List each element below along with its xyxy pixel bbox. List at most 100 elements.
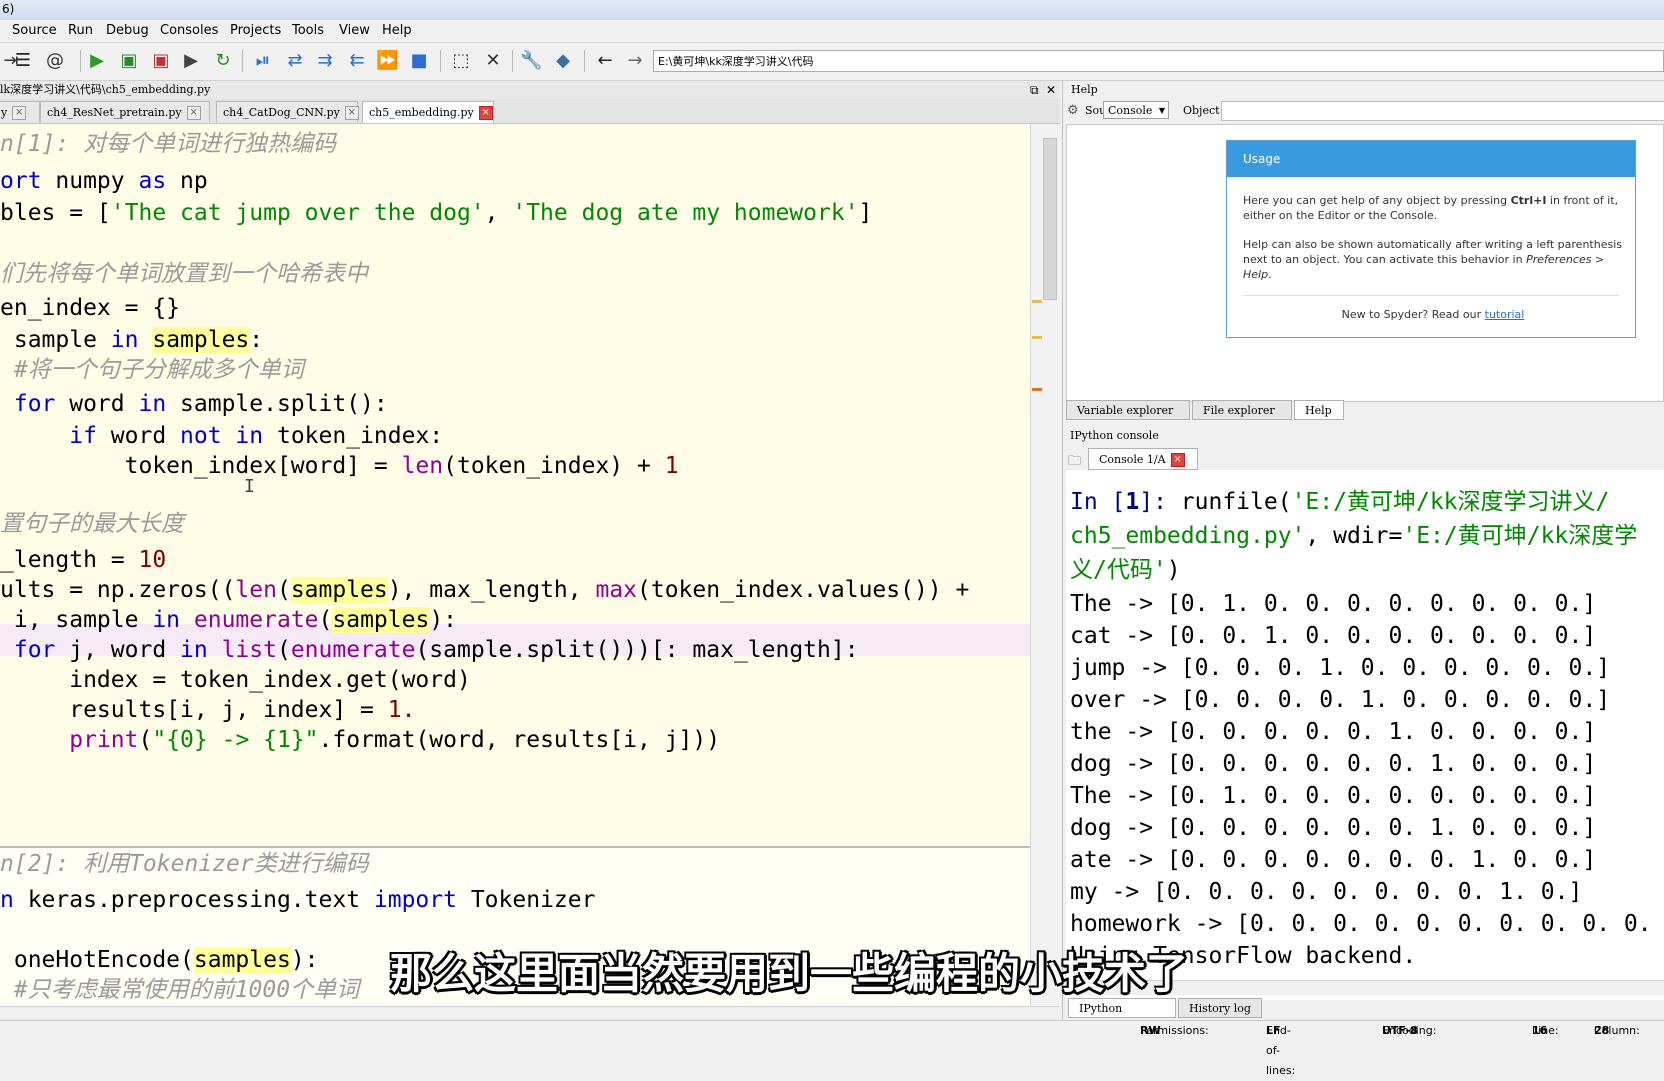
at-icon[interactable]: @ bbox=[44, 50, 66, 72]
tab-ch4-catdog[interactable]: ch4_CatDog_CNN.py × bbox=[216, 101, 359, 122]
debug-icon[interactable]: ⏯ bbox=[252, 50, 274, 72]
video-subtitle: 那么这里面当然要用到一些编程的小技术了 bbox=[390, 949, 1189, 998]
code-token: 1. bbox=[387, 697, 416, 723]
menu-consoles[interactable]: Consoles bbox=[160, 20, 218, 42]
continue-icon[interactable]: ⏩ bbox=[376, 50, 398, 72]
code-token: in bbox=[138, 391, 167, 417]
menu-projects[interactable]: Projects bbox=[230, 20, 281, 42]
toolbar-separator bbox=[440, 50, 441, 72]
toolbar-separator bbox=[584, 50, 585, 72]
console-output[interactable]: In [1]: runfile('E:/黄可坤/kk深度学习讲义/ ch5_em… bbox=[1066, 470, 1664, 1000]
close-icon[interactable]: × bbox=[186, 106, 201, 120]
chevron-down-icon: ▼ bbox=[1158, 106, 1165, 115]
console-token: ch5_embedding.py' bbox=[1070, 523, 1306, 549]
menu-debug[interactable]: Debug bbox=[106, 20, 149, 42]
maximize-pane-icon[interactable]: ⬚ bbox=[450, 50, 472, 72]
run-icon[interactable]: ▶ bbox=[86, 50, 108, 72]
close-icon[interactable]: × bbox=[344, 106, 359, 120]
forward-arrow-icon[interactable]: → bbox=[624, 50, 646, 72]
run-cell-advance-icon[interactable]: ▣ bbox=[150, 50, 172, 72]
console-token: ) bbox=[1166, 557, 1181, 583]
tab-label: Console 1/A bbox=[1099, 453, 1166, 466]
code-editor[interactable]: n[1]: 对每个单词进行独热编码 ort numpy as np bles =… bbox=[0, 124, 1030, 856]
tab-file-explorer[interactable]: File explorer bbox=[1192, 400, 1292, 420]
editor-horizontal-scrollbar[interactable] bbox=[0, 1006, 1060, 1021]
menu-help[interactable]: Help bbox=[382, 20, 412, 42]
code-line: _length = 10 bbox=[0, 544, 166, 576]
working-directory-input[interactable]: E:\黄可坤\kk深度学习讲义\代码 bbox=[653, 50, 1664, 72]
run-cell-icon[interactable]: ▣ bbox=[118, 50, 140, 72]
close-icon[interactable]: × bbox=[1170, 453, 1185, 467]
code-line: n[1]: 对每个单词进行独热编码 bbox=[0, 131, 337, 157]
code-token: "{0} -> {1}" bbox=[152, 727, 319, 753]
close-icon[interactable]: × bbox=[478, 106, 493, 120]
code-line: index = token_index.get(word) bbox=[0, 667, 471, 693]
step-into-icon[interactable]: ⇉ bbox=[314, 50, 336, 72]
source-select-value: Console bbox=[1108, 104, 1153, 117]
code-line: #只考虑最常使用的前1000个单词 bbox=[0, 977, 360, 1003]
console-line: 义/代码') bbox=[1070, 554, 1181, 586]
back-arrow-icon[interactable]: ← bbox=[594, 50, 616, 72]
tab-history-log[interactable]: History log bbox=[1178, 998, 1262, 1018]
status-label: Permissions: bbox=[1140, 1024, 1209, 1037]
menu-source[interactable]: Source bbox=[12, 20, 57, 42]
tab-label: ch4_ResNet_pretrain.py bbox=[47, 106, 182, 119]
step-icon[interactable]: ⇄ bbox=[284, 50, 306, 72]
code-token: not in bbox=[180, 423, 264, 449]
code-token: ( bbox=[276, 637, 291, 663]
console-output-line: my -> [0. 0. 0. 0. 0. 0. 0. 0. 1. 0.] bbox=[1070, 879, 1583, 905]
close-icon[interactable]: × bbox=[12, 106, 27, 120]
console-prompt-number: 1 bbox=[1125, 489, 1140, 515]
code-token: np bbox=[166, 168, 208, 194]
menu-run[interactable]: Run bbox=[68, 20, 93, 42]
code-token: ): bbox=[429, 607, 458, 633]
code-token: word bbox=[55, 391, 139, 417]
python-icon[interactable]: ◆ bbox=[552, 50, 574, 72]
usage-text: Here you can get help of any object by p… bbox=[1243, 194, 1511, 207]
code-token: keras.preprocessing.text bbox=[13, 887, 374, 913]
divider bbox=[1243, 295, 1619, 296]
undock-icon[interactable]: ⧉ bbox=[1030, 81, 1039, 99]
fullscreen-icon[interactable]: ✕ bbox=[482, 50, 504, 72]
tab-ipython-console[interactable]: IPython console bbox=[1068, 998, 1176, 1035]
console-token: runfile( bbox=[1180, 489, 1292, 515]
close-pane-icon[interactable]: ✕ bbox=[1046, 81, 1056, 99]
code-token: ( bbox=[138, 727, 153, 753]
code-token: 10 bbox=[138, 547, 167, 573]
code-token: (token_index) + bbox=[443, 453, 665, 479]
code-token: ), max_length, bbox=[387, 577, 596, 603]
tab-ch5-embedding[interactable]: ch5_embedding.py × bbox=[362, 101, 494, 123]
usage-paragraph-1: Here you can get help of any object by p… bbox=[1243, 193, 1623, 223]
stop-icon[interactable]: ■ bbox=[408, 50, 430, 72]
menu-tools[interactable]: Tools bbox=[292, 20, 324, 42]
usage-paragraph-2: Help can also be shown automatically aft… bbox=[1243, 237, 1623, 282]
tab-ch4-resnet[interactable]: ch4_ResNet_pretrain.py × bbox=[40, 101, 210, 122]
code-token: .format(word, results[i, j])) bbox=[318, 727, 721, 753]
tab-console-1a[interactable]: Console 1/A × bbox=[1088, 448, 1198, 470]
code-token: print bbox=[69, 727, 139, 753]
scrollbar-marker bbox=[1032, 300, 1042, 303]
code-token: (sample.split()))[: max_length]: bbox=[415, 637, 859, 663]
source-select[interactable]: Console ▼ bbox=[1103, 101, 1169, 119]
rerun-icon[interactable]: ↻ bbox=[212, 50, 234, 72]
wrench-icon[interactable]: 🔧 bbox=[520, 50, 542, 72]
tab-help[interactable]: Help bbox=[1294, 400, 1344, 420]
object-input[interactable] bbox=[1221, 101, 1664, 121]
tab-editor-hidden[interactable]: y × bbox=[0, 101, 40, 122]
run-selection-icon[interactable]: ▶ bbox=[180, 50, 202, 72]
step-return-icon[interactable]: ⇇ bbox=[346, 50, 368, 72]
scrollbar-thumb[interactable] bbox=[1043, 138, 1057, 300]
code-token: ults = np.zeros(( bbox=[0, 577, 236, 603]
tutorial-link[interactable]: tutorial bbox=[1485, 308, 1525, 321]
menu-view[interactable]: View bbox=[339, 20, 370, 42]
gear-icon[interactable]: ⚙ bbox=[1067, 103, 1079, 118]
list-icon[interactable]: ☰ bbox=[12, 50, 34, 72]
status-label: Encoding: bbox=[1382, 1024, 1437, 1037]
editor-tabs: y × ch4_ResNet_pretrain.py × ch4_CatDog_CN… bbox=[0, 99, 1060, 124]
console-output-line: dog -> [0. 0. 0. 0. 0. 0. 1. 0. 0. 0.] bbox=[1070, 751, 1597, 777]
tab-variable-explorer[interactable]: Variable explorer bbox=[1066, 400, 1190, 420]
console-output-line: The -> [0. 1. 0. 0. 0. 0. 0. 0. 0. 0.] bbox=[1070, 591, 1597, 617]
code-token: ] bbox=[858, 200, 873, 226]
